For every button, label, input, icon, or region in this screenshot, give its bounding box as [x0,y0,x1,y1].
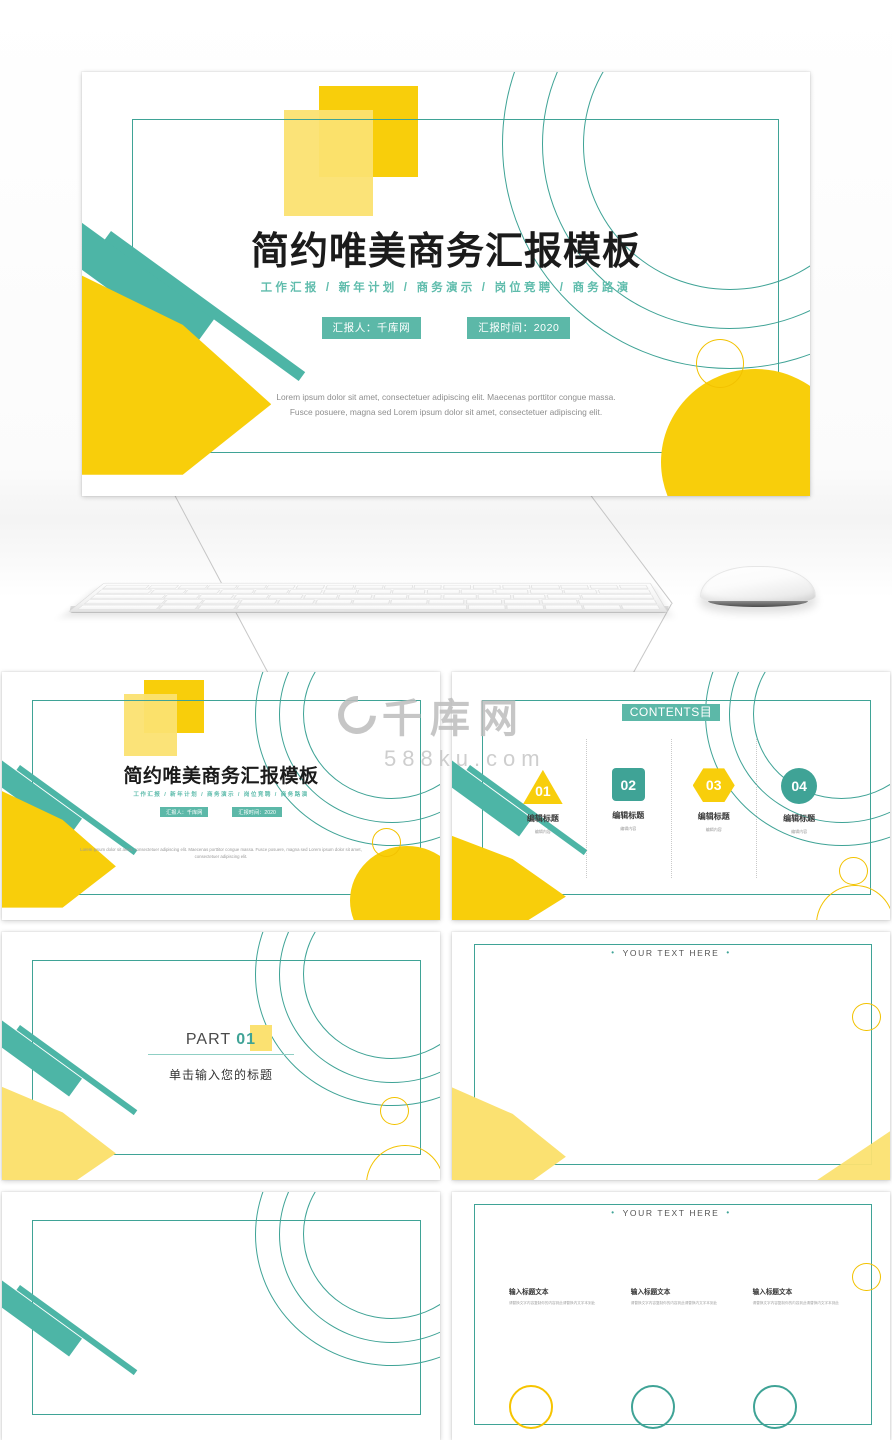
contents-item-title: 编辑标题 [612,811,645,821]
mouse-image [700,566,816,607]
triangle-shape-icon: 01 [522,769,563,805]
text-columns: 输入标题文本 请替换文字内容复制你的内容到此请替换内文字本到此 输入标题文本 请… [509,1286,851,1306]
date-badge: 汇报时间：2020 [467,317,571,339]
column-body: 请替换文字内容复制你的内容到此请替换内文字本到此 [630,1301,718,1306]
presenter-badge: 汇报人：千库网 [321,317,422,339]
contents-item-title: 编辑标题 [697,812,730,822]
square-shape-icon: 02 [611,768,645,802]
yellow-ring-small [371,828,401,857]
part-label: PART 01 [186,1031,256,1048]
thumbnail-slide-partial[interactable] [2,1192,440,1440]
contents-item-desc: 编辑内容 [620,826,637,832]
contents-heading-label: CONTENTS目 [621,704,721,721]
part-underline: PART 01 [147,1025,295,1056]
contents-items: 01 编辑标题 编辑内容 02 编辑标题 编辑内容 03 编辑标题 编辑内容 0… [500,738,842,878]
presenter-badge: 汇报人：千库网 [160,807,209,818]
thumb-text-block: 简约唯美商务汇报模板 工作汇报 / 新年计划 / 商务演示 / 岗位竞聘 / 商… [2,761,440,818]
column-title: 输入标题文本 [508,1289,549,1297]
date-badge: 汇报时间：2020 [232,807,282,818]
thumbnail-slide-blank[interactable]: • YOUR TEXT HERE • [452,932,890,1180]
yellow-ring-small [852,1002,882,1032]
contents-item-desc: 编辑内容 [705,827,722,833]
thumb-subtitle: 工作汇报 / 新年计划 / 商务演示 / 岗位竞聘 / 商务路演 [133,792,309,799]
ring-icon-yellow [508,1385,553,1430]
column-body: 请替换文字内容复制你的内容到此请替换内文字本到此 [508,1301,596,1306]
hexagon-shape-icon: 03 [692,768,735,803]
keyboard-image [68,582,668,612]
section-heading: • YOUR TEXT HERE • [452,1208,890,1218]
hero-paragraph: Lorem ipsum dolor sit amet, consectetuer… [276,392,616,417]
contents-item-02[interactable]: 02 编辑标题 编辑内容 [585,738,671,878]
contents-item-04[interactable]: 04 编辑标题 编辑内容 [756,738,841,878]
ring-icon-teal-1 [630,1385,675,1430]
section-heading-label: YOUR TEXT HERE [622,948,720,959]
contents-item-title: 编辑标题 [526,814,559,824]
page-title: 简约唯美商务汇报模板 [250,231,641,274]
bullet-right-icon: • [726,948,731,958]
contents-item-desc: 编辑内容 [534,829,551,835]
part-subtitle: 单击输入您的标题 [168,1068,273,1083]
bullet-left-icon: • [611,1208,616,1218]
thumb-paragraph: Lorem ipsum dolor sit amet, consectetuer… [80,846,362,859]
part-word: PART [185,1031,231,1049]
contents-item-title: 编辑标题 [783,814,816,824]
thumbnail-slide-cover[interactable]: 简约唯美商务汇报模板 工作汇报 / 新年计划 / 商务演示 / 岗位竞聘 / 商… [2,672,440,920]
contents-item-03[interactable]: 03 编辑标题 编辑内容 [671,738,756,878]
thumb-badges: 汇报人：千库网 汇报时间：2020 [2,807,440,818]
column-title: 输入标题文本 [630,1289,671,1297]
column-title: 输入标题文本 [752,1289,793,1297]
circle-shape-icon: 04 [781,768,818,805]
hero-subtitle: 工作汇报 / 新年计划 / 商务演示 / 岗位竞聘 / 商务路演 [260,282,632,294]
contents-item-desc: 编辑内容 [791,829,808,835]
thumbnail-slide-columns[interactable]: • YOUR TEXT HERE • 输入标题文本 请替换文字内容复制你的内容到此请… [452,1192,890,1440]
ring-icon-teal-2 [752,1385,797,1430]
column-body: 请替换文字内容复制你的内容到此请替换内文字本到此 [752,1301,839,1306]
text-column-1: 输入标题文本 请替换文字内容复制你的内容到此请替换内文字本到此 [509,1286,607,1306]
bullet-right-icon: • [726,1208,731,1218]
hero-slide[interactable]: 简约唯美商务汇报模板 工作汇报 / 新年计划 / 商务演示 / 岗位竞聘 / 商… [82,72,810,496]
thumb-title: 简约唯美商务汇报模板 [123,766,319,788]
part-block: PART 01 单击输入您的标题 [2,1025,440,1083]
devices-mockup [0,548,892,658]
thumbnail-slide-contents[interactable]: CONTENTS目 01 编辑标题 编辑内容 02 编辑标题 编辑内容 03 编… [452,672,890,920]
part-number: 01 [236,1031,257,1049]
slide-frame [31,1219,422,1415]
hero-badges: 汇报人：千库网 汇报时间：2020 [82,317,810,339]
column-ring-icons [508,1385,851,1440]
hero-text-block: 简约唯美商务汇报模板 工作汇报 / 新年计划 / 商务演示 / 岗位竞聘 / 商… [82,231,810,339]
yellow-ring-small [852,1262,882,1292]
section-heading: • YOUR TEXT HERE • [452,948,890,958]
contents-item-01[interactable]: 01 编辑标题 编辑内容 [500,746,585,870]
text-column-3: 输入标题文本 请替换文字内容复制你的内容到此请替换内文字本到此 [753,1286,851,1306]
contents-heading: CONTENTS目 [452,703,890,721]
thumbnail-slide-part[interactable]: PART 01 单击输入您的标题 [2,932,440,1180]
bullet-left-icon: • [611,948,616,958]
section-heading-label: YOUR TEXT HERE [622,1208,720,1219]
text-column-2: 输入标题文本 请替换文字内容复制你的内容到此请替换内文字本到此 [631,1286,729,1306]
